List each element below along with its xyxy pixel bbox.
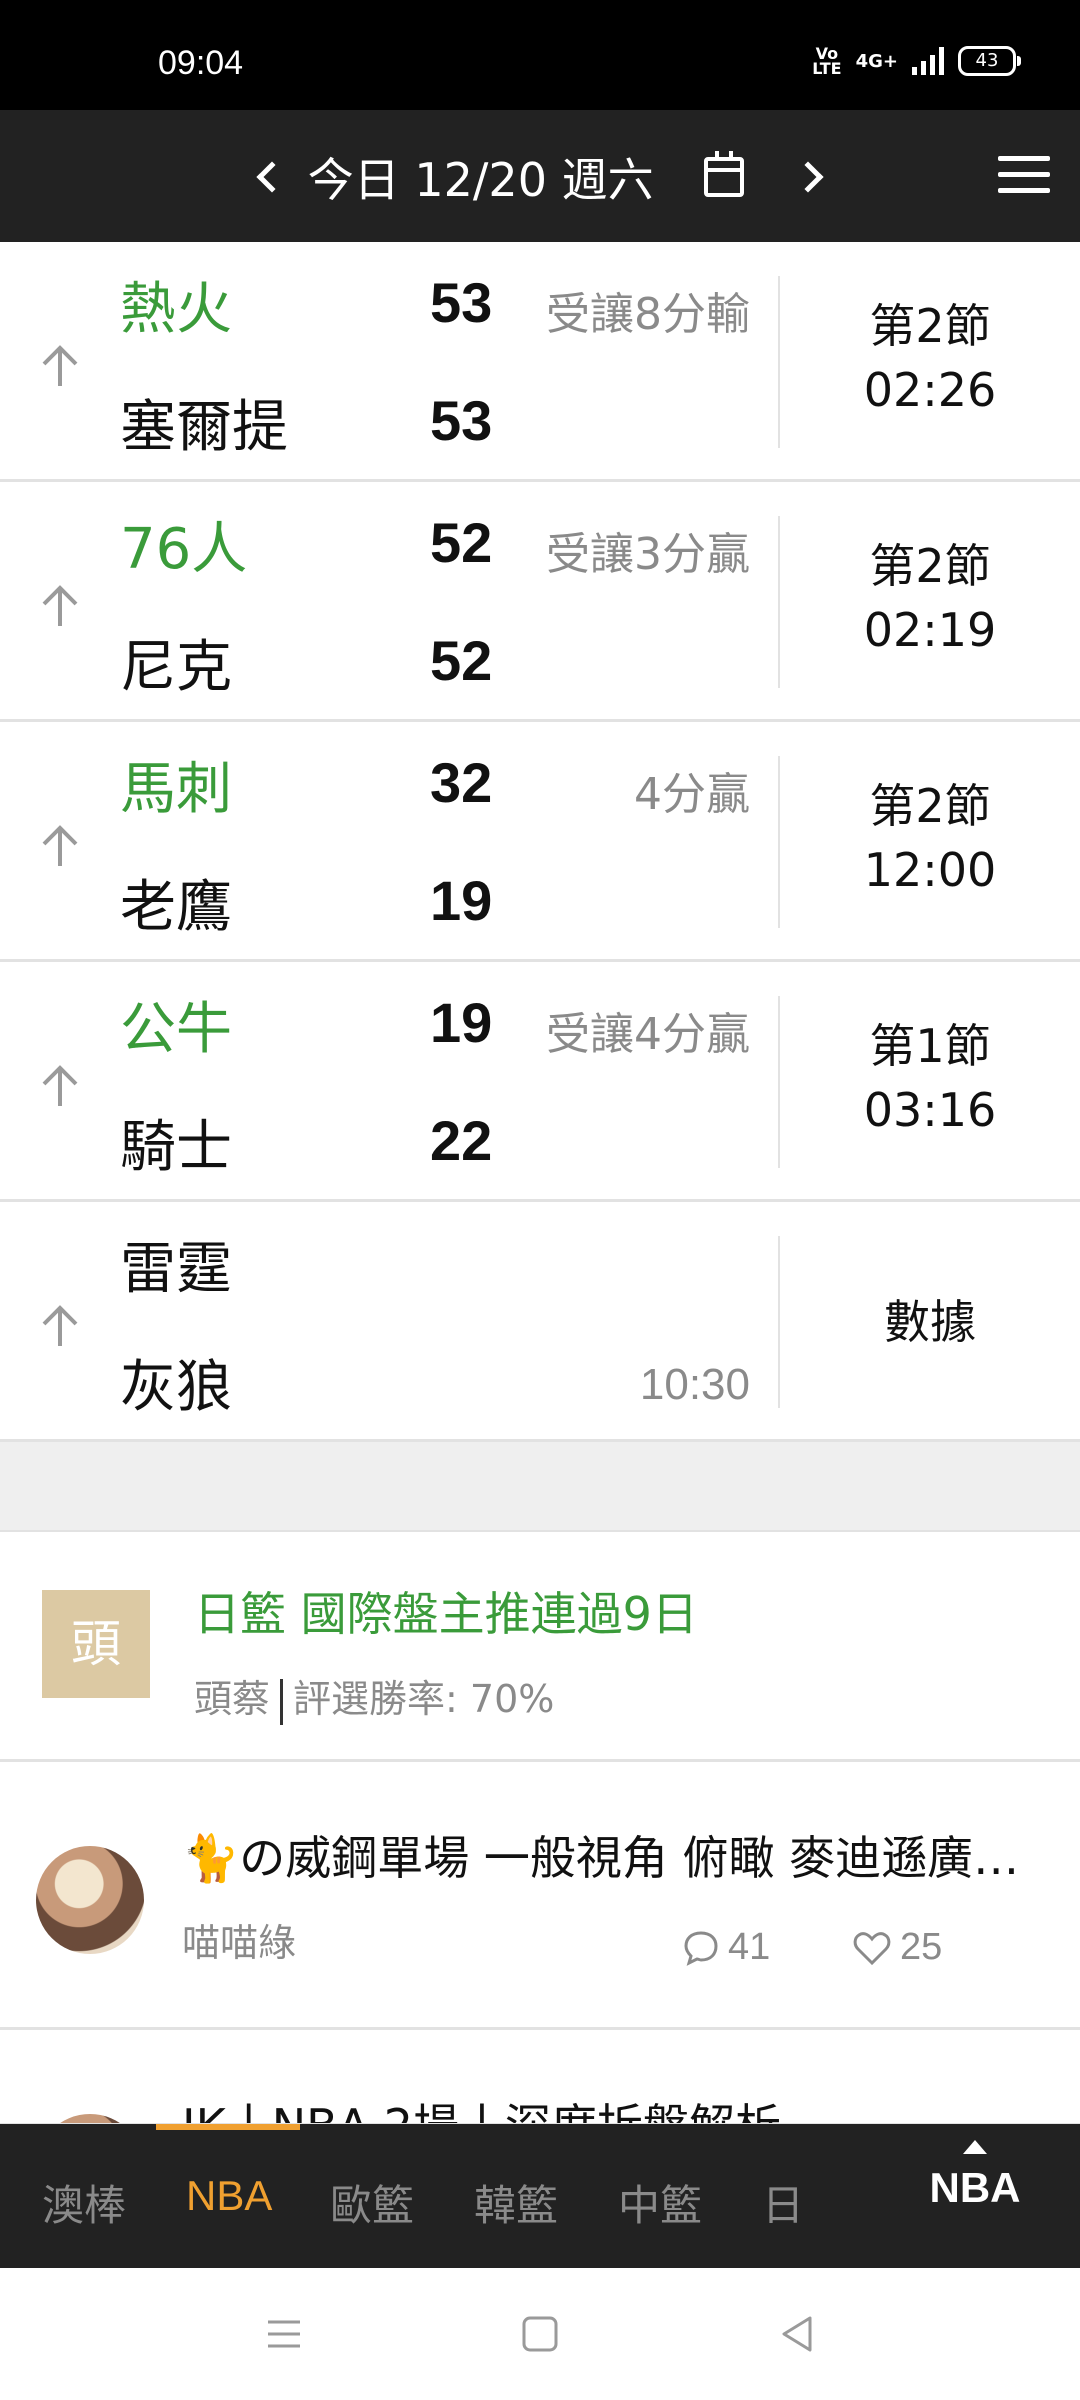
status-icons: Vo LTE 4G+ 43 bbox=[812, 44, 1021, 78]
win-rate: 評選勝率: 70% bbox=[293, 1677, 555, 1721]
avatar[interactable] bbox=[36, 1846, 144, 1954]
game-row[interactable]: 公牛 19 受讓4分贏 騎士 22 第1節 03:16 bbox=[0, 962, 1080, 1202]
away-team: 灰狼 bbox=[120, 1355, 232, 1420]
tab-aus-baseball[interactable]: 澳棒 bbox=[42, 2172, 126, 2233]
calendar-icon[interactable] bbox=[704, 151, 745, 197]
list-item[interactable]: 頭 日籃 國際盤主推連過9日 頭蔡 評選勝率: 70% bbox=[0, 1532, 1080, 1762]
home-team: 76人 bbox=[120, 517, 248, 582]
arrow-up-icon[interactable] bbox=[38, 1062, 82, 1110]
game-row[interactable]: 馬刺 32 4分贏 老鷹 19 第2節 12:00 bbox=[0, 722, 1080, 962]
arrow-up-icon[interactable] bbox=[38, 822, 82, 870]
list-item[interactable]: JK丨NBA 2場丨深度拆盤解析 bbox=[0, 2030, 1080, 2126]
volte-icon: Vo LTE bbox=[812, 44, 842, 78]
like-count[interactable]: 25 bbox=[852, 1926, 942, 1969]
post-title[interactable]: JK丨NBA 2場丨深度拆盤解析 bbox=[182, 2090, 781, 2123]
arrow-up-icon[interactable] bbox=[38, 1302, 82, 1350]
status-bar: 09:04 Vo LTE 4G+ 43 bbox=[0, 0, 1080, 110]
away-team: 老鷹 bbox=[120, 875, 232, 940]
home-icon[interactable] bbox=[518, 2312, 562, 2356]
game-status: 第2節 12:00 bbox=[780, 774, 1080, 902]
post-title[interactable]: 日籃 國際盤主推連過9日 bbox=[194, 1578, 698, 1644]
list-item[interactable]: 🐈の威鋼單場 一般視角 俯瞰 麥迪遜廣場花園 喵喵綠 41 25 bbox=[0, 1762, 1080, 2030]
game-status: 第2節 02:19 bbox=[780, 534, 1080, 662]
home-team: 公牛 bbox=[120, 997, 232, 1062]
betting-line: 4分贏 bbox=[634, 769, 750, 820]
post-title[interactable]: 🐈の威鋼單場 一般視角 俯瞰 麥迪遜廣場花園 bbox=[182, 1822, 1042, 1888]
game-period: 第2節 bbox=[869, 539, 991, 593]
home-team: 雷霆 bbox=[120, 1237, 232, 1302]
post-author: 頭蔡 bbox=[194, 1677, 271, 1721]
league-tab-bar: 澳棒 NBA 歐籃 韓籃 中籃 日 NBA bbox=[0, 2124, 1080, 2268]
game-clock: 02:26 bbox=[863, 363, 997, 417]
league-selector[interactable]: NBA bbox=[870, 2124, 1080, 2268]
prev-day-chevron-icon[interactable] bbox=[256, 161, 288, 193]
date-navigator: 今日 12/20 週六 bbox=[0, 144, 1080, 210]
home-score: 53 bbox=[430, 271, 493, 334]
tab-japan-basketball[interactable]: 日 bbox=[762, 2172, 804, 2233]
date-label: 今日 12/20 週六 bbox=[307, 153, 654, 207]
battery-icon: 43 bbox=[958, 46, 1021, 76]
game-period: 第2節 bbox=[869, 299, 991, 353]
home-team: 熱火 bbox=[120, 277, 232, 342]
tab-korea-basketball[interactable]: 韓籃 bbox=[474, 2172, 558, 2233]
caret-up-icon bbox=[963, 2140, 987, 2154]
game-period: 第1節 bbox=[869, 1019, 991, 1073]
game-list: 熱火 53 受讓8分輸 塞爾提 53 第2節 02:26 76人 52 受讓3分… bbox=[0, 242, 1080, 1442]
away-score: 19 bbox=[430, 869, 493, 932]
arrow-up-icon[interactable] bbox=[38, 582, 82, 630]
signal-icon bbox=[912, 47, 944, 75]
arrow-up-icon[interactable] bbox=[38, 342, 82, 390]
author-badge: 頭 bbox=[42, 1590, 150, 1698]
system-navigation-bar bbox=[0, 2268, 1080, 2400]
home-team: 馬刺 bbox=[120, 757, 232, 822]
home-score: 19 bbox=[430, 991, 493, 1054]
game-clock: 02:19 bbox=[863, 603, 997, 657]
betting-line: 受讓4分贏 bbox=[546, 1009, 750, 1060]
game-period: 第2節 bbox=[869, 779, 991, 833]
home-score: 32 bbox=[430, 751, 493, 814]
game-clock: 12:00 bbox=[863, 843, 997, 897]
stats-link[interactable]: 數據 bbox=[780, 1290, 1080, 1354]
start-time: 10:30 bbox=[639, 1360, 750, 1409]
recent-apps-icon[interactable] bbox=[262, 2312, 306, 2356]
heart-icon bbox=[853, 1931, 891, 1965]
back-icon[interactable] bbox=[776, 2312, 820, 2356]
post-author: 喵喵綠 bbox=[182, 1921, 297, 1965]
game-row[interactable]: 熱火 53 受讓8分輸 塞爾提 53 第2節 02:26 bbox=[0, 242, 1080, 482]
game-status: 第2節 02:26 bbox=[780, 294, 1080, 422]
status-time: 09:04 bbox=[158, 44, 244, 82]
comment-count[interactable]: 41 bbox=[682, 1926, 770, 1969]
home-score: 52 bbox=[430, 511, 493, 574]
meta-divider bbox=[280, 1678, 284, 1725]
away-score: 22 bbox=[430, 1109, 493, 1172]
game-row[interactable]: 76人 52 受讓3分贏 尼克 52 第2節 02:19 bbox=[0, 482, 1080, 722]
game-clock: 03:16 bbox=[863, 1083, 997, 1137]
league-selector-label: NBA bbox=[929, 2164, 1021, 2211]
network-type: 4G+ bbox=[855, 50, 898, 72]
comment-icon bbox=[684, 1930, 718, 1966]
betting-line: 受讓3分贏 bbox=[546, 529, 750, 580]
game-status: 第1節 03:16 bbox=[780, 1014, 1080, 1142]
app-header: 今日 12/20 週六 bbox=[0, 110, 1080, 242]
betting-line: 受讓8分輸 bbox=[546, 289, 750, 340]
tab-nba[interactable]: NBA bbox=[186, 2172, 272, 2220]
away-team: 騎士 bbox=[120, 1115, 232, 1180]
tab-euro-basketball[interactable]: 歐籃 bbox=[330, 2172, 414, 2233]
active-tab-indicator bbox=[156, 2124, 300, 2130]
away-score: 53 bbox=[430, 389, 493, 452]
hamburger-menu-icon[interactable] bbox=[998, 156, 1050, 194]
tab-china-basketball[interactable]: 中籃 bbox=[618, 2172, 702, 2233]
post-meta: 頭蔡 評選勝率: 70% bbox=[194, 1668, 554, 1725]
next-day-chevron-icon[interactable] bbox=[792, 161, 824, 193]
section-spacer bbox=[0, 1442, 1080, 1532]
away-team: 塞爾提 bbox=[120, 395, 288, 460]
game-row[interactable]: 雷霆 灰狼 10:30 數據 bbox=[0, 1202, 1080, 1442]
away-team: 尼克 bbox=[120, 635, 232, 700]
away-score: 52 bbox=[430, 629, 493, 692]
